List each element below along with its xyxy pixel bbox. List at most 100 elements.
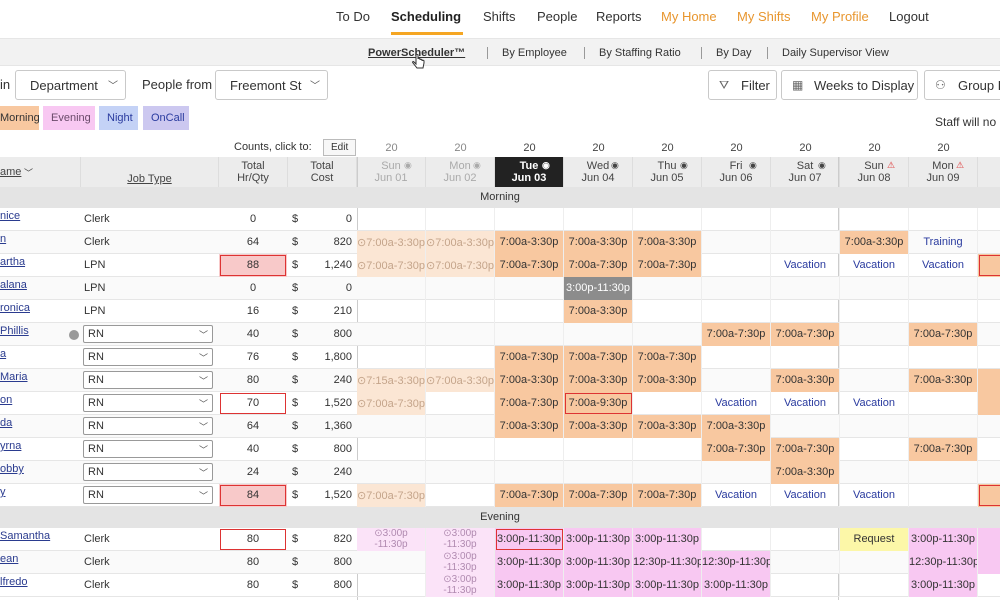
employee-name-link[interactable]: alana [0,277,80,300]
day-header[interactable]: Fri ◉ Jun 06 [702,157,771,187]
shift-cell[interactable]: 7:00a-3:30p [495,415,564,438]
employee-name-link[interactable]: Maria [0,369,80,392]
shift-cell[interactable]: 7:00a-7:30p [702,323,771,346]
shift-cell[interactable]: ⊙7:00a-7:30p [357,484,426,507]
employee-name-link[interactable]: y [0,484,80,507]
legend-oncall[interactable]: OnCall [143,106,189,130]
shift-cell[interactable]: 7:00a-7:30p [771,438,840,461]
job-type-select[interactable]: RN ﹀ [83,486,213,504]
empty-cell[interactable] [840,346,909,369]
nav-my-home[interactable]: My Home [661,9,717,24]
empty-cell[interactable] [702,208,771,231]
empty-cell[interactable] [426,484,495,507]
empty-cell[interactable] [426,277,495,300]
employee-name-link[interactable]: n [0,231,80,254]
empty-cell[interactable] [771,277,840,300]
total-hours[interactable]: 16 [219,300,287,323]
shift-cell[interactable]: ⊙7:00a-7:30p [357,254,426,277]
shift-cell[interactable]: 7:00a-3:30p [633,415,702,438]
empty-cell[interactable] [495,300,564,323]
legend-evening[interactable]: Evening [43,106,95,130]
count-value[interactable]: 20 [709,142,764,154]
count-value[interactable]: 20 [571,142,626,154]
shift-cell[interactable]: 7:00a-3:30p [564,231,633,254]
shift-cell[interactable]: 7:00 [978,484,1000,507]
shift-cell[interactable]: 7:00a-7:30p [702,438,771,461]
edit-counts-button[interactable]: Edit [323,139,356,156]
empty-cell[interactable] [840,369,909,392]
nav-todo[interactable]: To Do [336,9,370,24]
shift-cell[interactable]: 3:00p-11:30p [564,551,633,574]
empty-cell[interactable] [909,415,978,438]
empty-cell[interactable] [426,323,495,346]
empty-cell[interactable] [909,484,978,507]
shift-cell[interactable]: 7:00a-7:30p [564,484,633,507]
empty-cell[interactable] [840,208,909,231]
shift-cell[interactable]: 3:00p-11:30p [495,551,564,574]
empty-cell[interactable] [633,323,702,346]
employee-name-link[interactable]: ean [0,551,80,574]
empty-cell[interactable] [840,461,909,484]
empty-cell[interactable] [495,323,564,346]
job-type-select[interactable]: RN ﹀ [83,463,213,481]
shift-cell[interactable]: Vacation [771,254,840,277]
day-header[interactable]: Tue ◉ Jun 03 [495,157,564,187]
employee-name-link[interactable]: Phillis [0,323,80,346]
shift-cell[interactable]: 7:00a-3:30p [495,369,564,392]
legend-night[interactable]: Night [99,106,138,130]
empty-cell[interactable] [357,346,426,369]
empty-cell[interactable] [840,323,909,346]
shift-cell[interactable]: 7:00a-7:30p [633,254,702,277]
empty-cell[interactable] [978,300,1000,323]
shift-cell[interactable]: 7:00a-7:30p [633,346,702,369]
legend-morning[interactable]: Morning [0,106,40,130]
shift-cell[interactable]: 12:30p-11:30p [633,551,702,574]
day-header[interactable]: T [978,157,1000,187]
nav-shifts[interactable]: Shifts [483,9,516,24]
empty-cell[interactable] [978,277,1000,300]
group-by-button[interactable]: ⚇ Group B [924,70,1000,100]
job-type-header[interactable]: Job Type [81,157,219,187]
empty-cell[interactable] [978,461,1000,484]
empty-cell[interactable] [978,438,1000,461]
empty-cell[interactable] [357,277,426,300]
empty-cell[interactable] [426,461,495,484]
empty-cell[interactable] [633,438,702,461]
nav-my-profile[interactable]: My Profile [811,9,869,24]
empty-cell[interactable] [426,208,495,231]
total-hours[interactable]: 0 [219,277,287,300]
empty-cell[interactable] [702,528,771,551]
empty-cell[interactable] [771,208,840,231]
shift-cell[interactable]: Vacation [840,484,909,507]
shift-cell[interactable]: 7:00 [978,392,1000,415]
total-hours[interactable]: 76 [219,346,287,369]
total-hours[interactable]: 40 [219,323,287,346]
sort-chevron-icon[interactable]: ﹀ [24,166,33,179]
empty-cell[interactable] [771,300,840,323]
total-hours[interactable]: 80 [219,574,287,597]
empty-cell[interactable] [909,392,978,415]
job-type-select[interactable]: RN ﹀ [83,348,213,366]
weeks-to-display-button[interactable]: ▦ Weeks to Display [781,70,918,100]
empty-cell[interactable] [978,574,1000,597]
day-header[interactable]: Sat ◉ Jun 07 [771,157,840,187]
shift-cell[interactable]: 7:00a-7:30p [909,323,978,346]
shift-cell[interactable]: 7:00a-3:30p [633,369,702,392]
empty-cell[interactable] [426,392,495,415]
shift-cell[interactable]: ⊙7:00a-7:30p [426,254,495,277]
nav-people[interactable]: People [537,9,577,24]
empty-cell[interactable] [702,300,771,323]
shift-cell[interactable]: 12:3 [978,551,1000,574]
shift-cell[interactable]: 3:00p-11:30p [495,574,564,597]
count-value[interactable]: 20 [916,142,971,154]
empty-cell[interactable] [357,438,426,461]
name-header[interactable]: ame ﹀ [0,157,81,187]
shift-cell[interactable]: 7:00a-3:30p [771,461,840,484]
empty-cell[interactable] [633,300,702,323]
filter-button[interactable]: ⛛ Filter [708,70,777,100]
employee-name-link[interactable]: lfredo [0,574,80,597]
empty-cell[interactable] [495,438,564,461]
shift-cell[interactable]: 3:00p-11:30p [909,574,978,597]
empty-cell[interactable] [357,208,426,231]
empty-cell[interactable] [909,346,978,369]
